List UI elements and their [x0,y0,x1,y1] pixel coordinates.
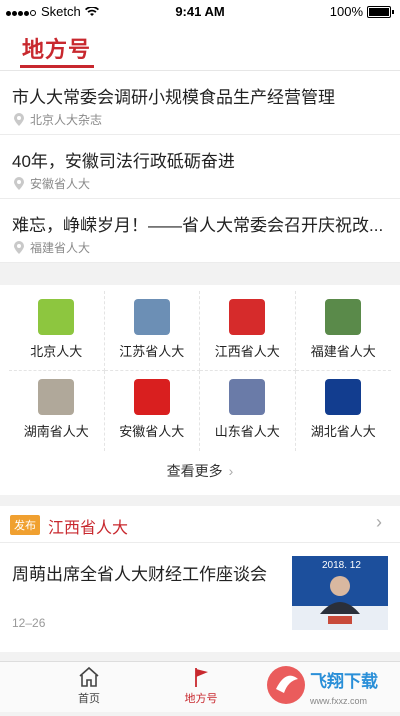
province-grid: 北京人大 江苏省人大 江西省人大 福建省人大 湖南省人大 安徽省人大 山东省人大 [9,291,391,451]
province-item-jiangsu[interactable]: 江苏省人大 [104,291,200,371]
status-bar: Sketch 9:41 AM 100% [0,0,400,24]
province-label: 湖南省人大 [23,424,89,439]
location-pin-icon [14,177,24,190]
publisher-section: 发布 江西省人大 › 周萌出席全省人大财经工作座谈会 12–26 2018. 1… [0,506,400,652]
province-label: 福建省人大 [310,344,376,359]
province-item-anhui[interactable]: 安徽省人大 [105,371,200,451]
article-title[interactable]: 周萌出席全省人大财经工作座谈会 [12,560,267,585]
news-source: 北京人大杂志 [14,111,102,128]
province-thumbnail [133,299,170,335]
province-item-fujian[interactable]: 福建省人大 [295,291,391,371]
province-item-hubei[interactable]: 湖北省人大 [296,371,392,451]
news-source-label: 北京人大杂志 [30,113,103,127]
news-source-label: 安徽省人大 [30,177,91,191]
watermark-text: 飞翔下载 [310,671,378,691]
article-image-caption: 2018. 12 [322,560,361,571]
chevron-right-icon: › [376,512,382,532]
location-pin-icon [14,113,24,126]
news-headline: 40年，安徽司法行政砥砺奋进 [12,152,235,171]
tab-local-label: 地方号 [184,693,218,705]
tab-home-label: 首页 [78,693,100,705]
battery-group: 100% [330,4,394,19]
publish-badge: 发布 [10,515,40,535]
location-pin-icon [14,241,24,254]
province-label: 湖北省人大 [310,424,376,439]
province-thumbnail [325,299,362,335]
province-item-beijing[interactable]: 北京人大 [9,291,105,371]
province-thumbnail [229,379,266,415]
battery-icon [367,5,391,18]
province-thumbnail [133,379,170,415]
see-more-label: 查看更多 [166,463,223,479]
news-item[interactable]: 市人大常委会调研小规模食品生产经营管理 北京人大杂志 [0,71,400,135]
province-thumbnail [38,379,75,415]
province-label: 江西省人大 [214,344,280,359]
watermark-url: www.fxxz.com [309,696,367,706]
province-item-jiangxi[interactable]: 江西省人大 [200,291,296,371]
province-item-hunan[interactable]: 湖南省人大 [9,371,105,451]
article-date: 12–26 [12,616,46,630]
chevron-right-icon: › [228,463,234,479]
title-underline [20,65,94,68]
province-label: 山东省人大 [214,424,280,439]
province-thumbnail [325,379,362,415]
battery-tip [392,9,394,14]
tab-home[interactable]: 首页 [54,666,124,706]
tab-local[interactable]: 地方号 [166,666,236,706]
see-more-link[interactable]: 查看更多 › [0,461,400,481]
section-title: 江西省人大 [48,520,129,537]
battery-percent: 100% [329,4,363,19]
article-thumbnail[interactable]: 2018. 12 [292,556,388,630]
site-watermark: 飞翔下载 www.fxxz.com [264,661,394,711]
news-list: 市人大常委会调研小规模食品生产经营管理 北京人大杂志 40年，安徽司法行政砥砺奋… [0,71,400,263]
page-header: 地方号 [0,24,400,71]
news-source: 福建省人大 [14,239,90,256]
news-item[interactable]: 40年，安徽司法行政砥砺奋进 安徽省人大 [0,135,400,199]
news-item[interactable]: 难忘，峥嵘岁月！——省人大常委会召开庆祝改... 福建省人大 [0,199,400,263]
province-item-shandong[interactable]: 山东省人大 [200,371,296,451]
province-label: 安徽省人大 [119,424,185,439]
province-label: 北京人大 [30,344,83,359]
province-label: 江苏省人大 [119,344,185,359]
home-icon [79,666,99,687]
province-grid-card: 北京人大 江苏省人大 江西省人大 福建省人大 湖南省人大 安徽省人大 山东省人大 [0,285,400,495]
news-source-label: 福建省人大 [30,241,91,255]
province-thumbnail [38,299,75,335]
province-thumbnail [229,299,266,335]
news-source: 安徽省人大 [14,175,90,192]
page-title: 地方号 [22,37,92,62]
section-header[interactable]: 发布 江西省人大 › [0,506,400,543]
news-headline: 市人大常委会调研小规模食品生产经营管理 [12,88,335,107]
flag-icon [195,668,208,687]
news-headline: 难忘，峥嵘岁月！——省人大常委会召开庆祝改... [12,216,384,235]
